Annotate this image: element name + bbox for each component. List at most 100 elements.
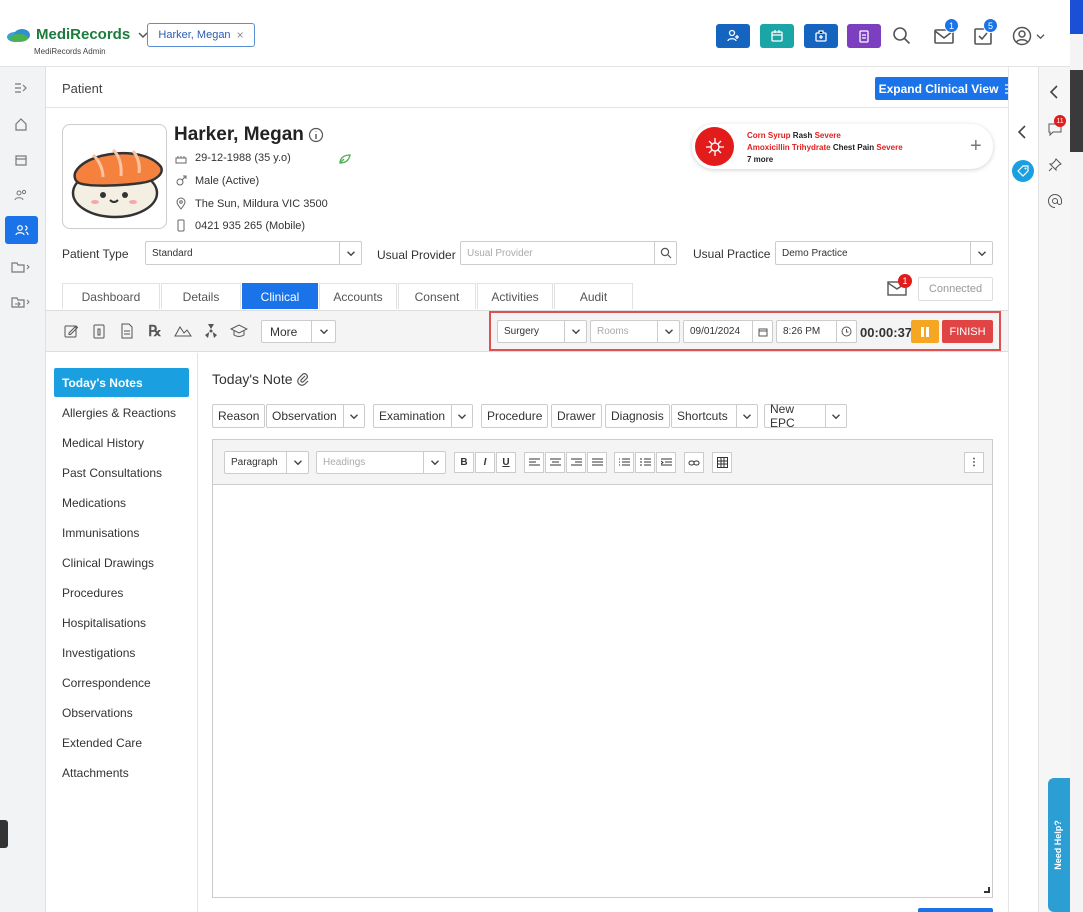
tag-icon[interactable] [1012,160,1034,182]
usual-provider-input[interactable]: Usual Provider [460,241,677,265]
examination-dropdown[interactable]: Examination [373,404,473,428]
procedure-button[interactable]: Procedure [481,404,549,428]
numbered-list-icon[interactable] [635,452,655,473]
allergy-card[interactable]: Corn Syrup Rash Severe Amoxicillin Trihy… [692,124,993,169]
search-icon [893,27,911,45]
medical-kit-button[interactable] [804,24,838,48]
add-allergy-icon[interactable]: + [970,136,982,156]
folder-share-icon[interactable] [10,291,32,313]
clock-icon[interactable] [836,321,856,342]
align-justify-icon[interactable] [587,452,607,473]
pause-button[interactable] [911,320,939,343]
folder-icon[interactable] [10,256,32,278]
indent-icon[interactable] [656,452,676,473]
pin-icon[interactable] [1048,158,1062,175]
sidebar-item-extended-care[interactable]: Extended Care [62,736,142,750]
bold-icon[interactable]: B [454,452,474,473]
calendar-button[interactable] [760,24,794,48]
resize-handle-icon[interactable] [984,887,990,893]
align-center-icon[interactable] [545,452,565,473]
leaf-icon [338,153,352,168]
patient-avatar[interactable] [62,124,167,229]
paragraph-format-select[interactable]: Paragraph [224,451,309,474]
home-icon[interactable] [10,113,32,135]
headings-select[interactable]: Headings [316,451,446,474]
chevron-left-icon[interactable] [1049,85,1059,102]
sidebar-item-todays-notes[interactable]: Today's Notes [62,376,143,390]
save-button-edge[interactable] [918,908,993,912]
calendar-icon[interactable] [752,321,772,342]
sidebar-item-observations[interactable]: Observations [62,706,133,720]
clipboard-button[interactable] [847,24,881,48]
sidebar-item-medications[interactable]: Medications [62,496,126,510]
allergies-more[interactable]: 7 more [747,154,903,166]
tab-dashboard[interactable]: Dashboard [62,283,160,309]
mention-icon[interactable] [1048,194,1062,211]
sidebar-item-hospitalisations[interactable]: Hospitalisations [62,616,146,630]
paperclip-icon[interactable] [296,372,309,386]
align-right-icon[interactable] [566,452,586,473]
tab-accounts[interactable]: Accounts [319,283,397,309]
expand-nav-icon[interactable] [10,77,32,99]
link-icon[interactable] [684,452,704,473]
italic-icon[interactable]: I [475,452,495,473]
usual-practice-select[interactable]: Demo Practice [775,241,993,265]
more-options-icon[interactable]: ⋮ [964,452,984,473]
document-icon[interactable] [118,322,136,340]
info-icon[interactable] [308,127,324,143]
consult-time-input[interactable]: 8:26 PM [776,320,857,343]
more-dropdown[interactable]: More [261,320,336,343]
user-menu[interactable] [1012,26,1045,46]
clinical-right-panel [1008,67,1038,912]
reason-button[interactable]: Reason [212,404,266,428]
patient-gender-row: Male (Active) [175,175,259,187]
drawer-button[interactable]: Drawer [551,404,602,428]
close-icon[interactable]: × [237,28,244,42]
expand-clinical-view-button[interactable]: Expand Clinical View [875,77,1022,100]
bullet-list-icon[interactable] [614,452,634,473]
need-help-tab[interactable]: Need Help? [1048,778,1070,912]
sidebar-item-medical-history[interactable]: Medical History [62,436,144,450]
sidebar-item-investigations[interactable]: Investigations [62,646,135,660]
underline-icon[interactable]: U [496,452,516,473]
search-icon[interactable] [654,242,676,264]
brand-logo[interactable]: MediRecords [6,26,148,43]
sidebar-item-immunisations[interactable]: Immunisations [62,526,139,540]
sidebar-item-procedures[interactable]: Procedures [62,586,123,600]
search-button[interactable] [892,26,912,49]
edit-note-icon[interactable] [62,322,80,340]
patients-nav-item[interactable] [5,216,38,244]
tab-clinical[interactable]: Clinical [242,283,318,309]
side-widget-tab[interactable] [0,820,8,848]
sidebar-item-clinical-drawings[interactable]: Clinical Drawings [62,556,154,570]
diagnosis-button[interactable]: Diagnosis [605,404,670,428]
imaging-icon[interactable] [174,322,192,340]
education-icon[interactable] [230,322,248,340]
align-left-icon[interactable] [524,452,544,473]
sidebar-item-allergies[interactable]: Allergies & Reactions [62,406,176,420]
rooms-select[interactable]: Rooms [590,320,680,343]
sidebar-item-correspondence[interactable]: Correspondence [62,676,151,690]
tab-consent[interactable]: Consent [398,283,476,309]
tab-audit[interactable]: Audit [554,283,633,309]
sidebar-item-attachments[interactable]: Attachments [62,766,129,780]
people-icon[interactable] [10,184,32,206]
shortcuts-dropdown[interactable]: Shortcuts [671,404,758,428]
observation-dropdown[interactable]: Observation [266,404,365,428]
add-patient-button[interactable] [716,24,750,48]
tab-details[interactable]: Details [161,283,241,309]
calendar-icon[interactable] [10,149,32,171]
table-icon[interactable] [712,452,732,473]
pathology-request-icon[interactable] [90,322,108,340]
radiation-icon[interactable] [202,322,220,340]
open-patient-tab[interactable]: Harker, Megan × [147,23,255,47]
consult-date-input[interactable]: 09/01/2024 [683,320,773,343]
consult-location-select[interactable]: Surgery [497,320,587,343]
prescription-icon[interactable]: ℞ [146,322,164,340]
new-epc-dropdown[interactable]: New EPC [764,402,847,430]
chevron-left-icon[interactable] [1017,125,1027,142]
patient-type-select[interactable]: Standard [145,241,362,265]
finish-button[interactable]: FINISH [942,320,993,343]
sidebar-item-past-consultations[interactable]: Past Consultations [62,466,162,480]
tab-activities[interactable]: Activities [477,283,553,309]
